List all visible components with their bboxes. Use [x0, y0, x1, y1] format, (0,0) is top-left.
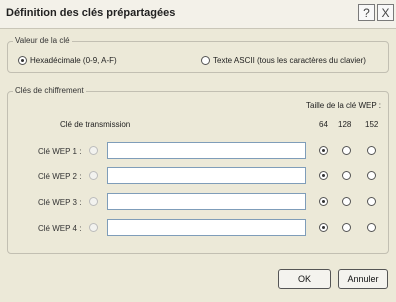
- size-64-header: 64: [319, 120, 328, 129]
- wep-key-4-label: Clé WEP 4 :: [38, 224, 82, 233]
- help-button[interactable]: ?: [358, 4, 375, 21]
- wep-key-2-size-64-radio[interactable]: [319, 171, 328, 180]
- size-128-header: 128: [338, 120, 352, 129]
- wep-key-3-input[interactable]: [107, 193, 306, 210]
- wep-key-2-size-152-radio[interactable]: [367, 171, 376, 180]
- wep-key-3-label: Clé WEP 3 :: [38, 198, 82, 207]
- wep-key-2-size-128-radio[interactable]: [342, 171, 351, 180]
- wep-key-2-input[interactable]: [107, 167, 306, 184]
- wep-key-1-size-152-radio[interactable]: [367, 146, 376, 155]
- close-icon: X: [381, 5, 390, 20]
- title-bar: Définition des clés prépartagées ? X: [0, 0, 396, 29]
- wep-key-1-size-64-radio[interactable]: [319, 146, 328, 155]
- wep-key-3-transmit-radio[interactable]: [89, 197, 98, 206]
- wep-key-3-size-128-radio[interactable]: [342, 197, 351, 206]
- wep-key-3-size-152-radio[interactable]: [367, 197, 376, 206]
- ascii-radio[interactable]: [201, 56, 210, 65]
- key-value-legend: Valeur de la clé: [13, 36, 72, 45]
- wep-key-2-transmit-radio[interactable]: [89, 171, 98, 180]
- transmission-key-header: Clé de transmission: [60, 120, 131, 129]
- ok-button[interactable]: OK: [278, 269, 331, 289]
- size-152-header: 152: [365, 120, 379, 129]
- encryption-keys-legend: Clés de chiffrement: [13, 86, 86, 95]
- cancel-button[interactable]: Annuler: [338, 269, 388, 289]
- wep-key-2-label: Clé WEP 2 :: [38, 172, 82, 181]
- wep-key-4-size-152-radio[interactable]: [367, 223, 376, 232]
- wep-key-4-size-128-radio[interactable]: [342, 223, 351, 232]
- hex-radio-label[interactable]: Hexadécimale (0-9, A-F): [30, 56, 117, 65]
- wep-key-1-transmit-radio[interactable]: [89, 146, 98, 155]
- wep-key-1-size-128-radio[interactable]: [342, 146, 351, 155]
- key-size-header: Taille de la clé WEP :: [306, 101, 381, 110]
- wep-key-4-size-64-radio[interactable]: [319, 223, 328, 232]
- wep-key-1-input[interactable]: [107, 142, 306, 159]
- hex-radio[interactable]: [18, 56, 27, 65]
- window-title: Définition des clés prépartagées: [6, 7, 176, 19]
- wep-key-4-input[interactable]: [107, 219, 306, 236]
- close-button[interactable]: X: [377, 4, 394, 21]
- wep-key-3-size-64-radio[interactable]: [319, 197, 328, 206]
- help-icon: ?: [363, 5, 370, 20]
- wep-key-4-transmit-radio[interactable]: [89, 223, 98, 232]
- ascii-radio-label[interactable]: Texte ASCII (tous les caractères du clav…: [213, 56, 366, 65]
- wep-key-1-label: Clé WEP 1 :: [38, 147, 82, 156]
